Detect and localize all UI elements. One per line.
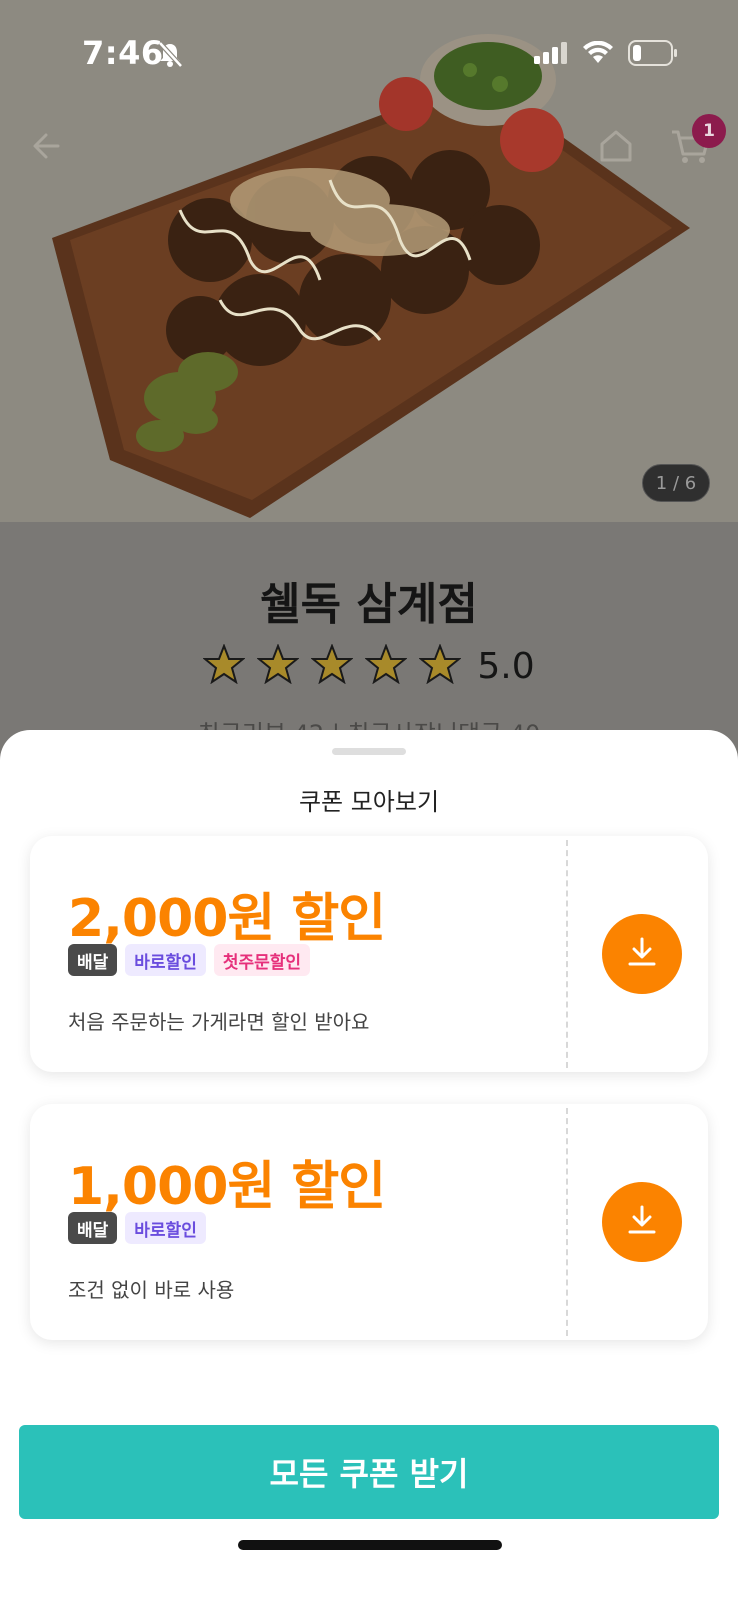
tag-first-order: 첫주문할인 bbox=[213, 944, 311, 976]
tag-instant-discount: 바로할인 bbox=[125, 1212, 206, 1244]
tag-delivery: 배달 bbox=[68, 944, 118, 976]
star-icon bbox=[310, 643, 355, 688]
star-icon bbox=[364, 643, 409, 688]
cart-count-badge: 1 bbox=[692, 114, 726, 148]
coupon-description: 처음 주문하는 가게라면 할인 받아요 bbox=[68, 1010, 370, 1034]
cellular-signal-icon bbox=[534, 42, 568, 68]
download-coupon-button[interactable] bbox=[602, 914, 682, 994]
coupon-perforation bbox=[566, 1108, 568, 1336]
coupon-card: 1,000원 할인 배달 바로할인 조건 없이 바로 사용 bbox=[30, 1104, 708, 1340]
store-info: 쉘독 삼계점 5.0 최근리뷰 42 | 최근사장님댓글 40 bbox=[0, 522, 738, 762]
download-coupon-button[interactable] bbox=[602, 1182, 682, 1262]
battery-icon bbox=[628, 40, 678, 70]
coupon-tags: 배달 바로할인 bbox=[68, 1212, 206, 1244]
star-icon bbox=[202, 643, 247, 688]
coupon-description: 조건 없이 바로 사용 bbox=[68, 1278, 235, 1302]
home-icon[interactable] bbox=[596, 126, 636, 170]
store-name: 쉘독 삼계점 bbox=[260, 579, 478, 630]
star-icon bbox=[418, 643, 463, 688]
status-bar: 7:46 bbox=[0, 0, 738, 110]
home-indicator[interactable] bbox=[238, 1540, 502, 1550]
coupon-card: 2,000원 할인 배달 바로할인 첫주문할인 처음 주문하는 가게라면 할인 … bbox=[30, 836, 708, 1072]
download-icon bbox=[624, 1202, 660, 1242]
coupon-amount: 2,000원 할인 bbox=[68, 889, 386, 949]
coupon-tags: 배달 바로할인 첫주문할인 bbox=[68, 944, 311, 976]
silent-bell-icon bbox=[156, 40, 184, 72]
rating-row: 5.0 bbox=[0, 643, 738, 688]
back-arrow-icon[interactable] bbox=[28, 126, 68, 170]
product-photo[interactable]: 7:46 1 1 / 6 bbox=[0, 0, 738, 522]
tag-delivery: 배달 bbox=[68, 1212, 118, 1244]
wifi-icon bbox=[582, 40, 614, 69]
tag-instant-discount: 바로할인 bbox=[125, 944, 206, 976]
coupon-perforation bbox=[566, 840, 568, 1068]
status-time: 7:46 bbox=[82, 34, 164, 72]
download-icon bbox=[624, 934, 660, 974]
sheet-drag-handle[interactable] bbox=[332, 748, 406, 755]
coupon-amount: 1,000원 할인 bbox=[68, 1157, 386, 1217]
star-icon bbox=[256, 643, 301, 688]
sheet-title: 쿠폰 모아보기 bbox=[298, 788, 440, 816]
get-all-coupons-button[interactable]: 모든 쿠폰 받기 bbox=[19, 1425, 719, 1519]
photo-counter: 1 / 6 bbox=[642, 464, 710, 502]
rating-value: 5.0 bbox=[477, 645, 535, 687]
coupon-bottom-sheet: 쿠폰 모아보기 2,000원 할인 배달 바로할인 첫주문할인 처음 주문하는 … bbox=[0, 730, 738, 1600]
